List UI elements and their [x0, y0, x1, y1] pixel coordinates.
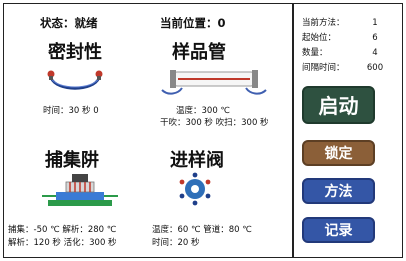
trap-line-1: 捕集：-50 ℃ 解析：280 ℃ [8, 225, 117, 235]
trap-title: 捕集阱 [45, 150, 99, 171]
info-label: 起始位： [302, 33, 337, 43]
sample-tube-title: 样品管 [172, 42, 226, 63]
trap-icon[interactable] [42, 172, 118, 208]
seal-time: 时间：30 秒 0 [43, 106, 99, 116]
valve-line-2: 时间：20 秒 [152, 238, 200, 248]
lock-button[interactable]: 锁定 [302, 140, 375, 166]
position-label: 当前位置： [160, 16, 218, 30]
seal-title: 密封性 [48, 42, 102, 63]
sample-tube-dry-purge: 干吹：300 秒 吹扫：300 秒 [160, 118, 269, 128]
panel-divider [292, 3, 294, 258]
seal-tube-icon[interactable] [43, 64, 107, 96]
info-value: 6 [372, 33, 378, 43]
info-value: 4 [372, 48, 378, 58]
record-button[interactable]: 记录 [302, 217, 375, 243]
status-value: 就绪 [74, 16, 98, 30]
info-row-quantity: 数量： 4 [302, 46, 390, 58]
info-label: 当前方法： [302, 18, 345, 28]
position-value: 0 [217, 16, 226, 30]
sample-tube-icon[interactable] [158, 64, 270, 98]
method-button[interactable]: 方法 [302, 178, 375, 204]
valve-line-1: 温度：60 ℃ 管道：80 ℃ [152, 225, 252, 235]
info-value: 1 [372, 18, 378, 28]
info-row-interval: 间隔时间： 600 [302, 61, 390, 73]
info-value: 600 [366, 63, 384, 73]
info-row-method: 当前方法： 1 [302, 16, 390, 28]
start-button[interactable]: 启动 [302, 86, 375, 124]
current-position-display: 当前位置：0 [160, 15, 226, 31]
valve-title: 进样阀 [170, 150, 224, 171]
info-label: 间隔时间： [302, 63, 345, 73]
trap-line-2: 解析：120 秒 活化：300 秒 [8, 238, 117, 248]
status-display: 状态：就绪 [40, 15, 98, 31]
sample-tube-temp: 温度：300 ℃ [176, 106, 230, 116]
status-label: 状态： [40, 16, 75, 30]
valve-icon[interactable] [178, 172, 212, 206]
info-row-start-position: 起始位： 6 [302, 31, 390, 43]
info-label: 数量： [302, 48, 328, 58]
